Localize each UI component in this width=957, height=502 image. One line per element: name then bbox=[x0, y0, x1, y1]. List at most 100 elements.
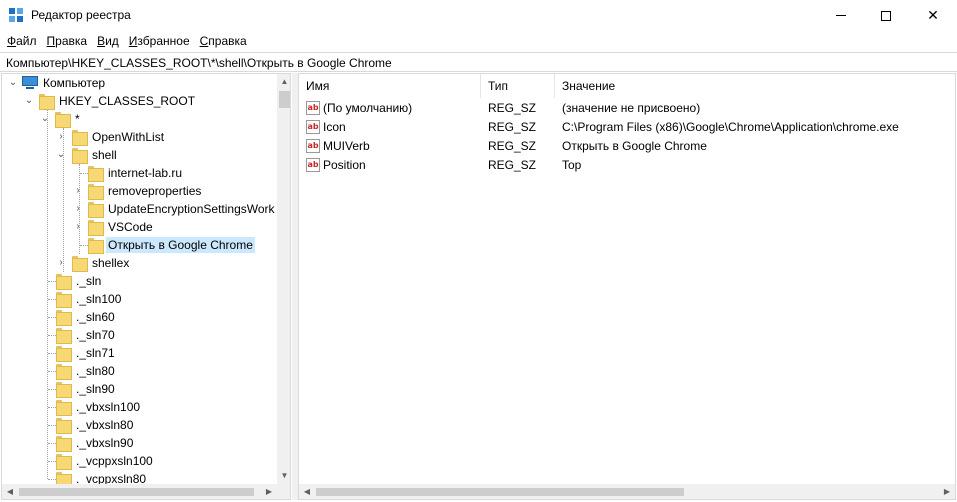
scroll-left-icon[interactable]: ◀ bbox=[299, 484, 315, 499]
chevron-right-icon[interactable]: › bbox=[73, 221, 83, 233]
chevron-right-icon[interactable]: › bbox=[56, 257, 66, 269]
value-type: REG_SZ bbox=[488, 158, 537, 172]
chevron-down-icon[interactable]: ⌄ bbox=[24, 95, 34, 107]
tree-item-open-in-chrome[interactable]: Открыть в Google Chrome bbox=[2, 236, 277, 254]
minimize-button[interactable] bbox=[818, 0, 864, 31]
menu-bar: Файл Правка Вид Избранное Справка bbox=[0, 31, 957, 51]
folder-icon bbox=[56, 274, 72, 290]
tree-item-removeproperties[interactable]: › removeproperties bbox=[2, 182, 277, 200]
folder-icon bbox=[88, 184, 104, 200]
folder-icon bbox=[56, 454, 72, 470]
value-type: REG_SZ bbox=[488, 120, 537, 134]
chevron-right-icon[interactable]: › bbox=[56, 131, 66, 143]
chevron-right-icon[interactable]: › bbox=[73, 185, 83, 197]
maximize-icon bbox=[881, 10, 891, 21]
tree-item-label: VSCode bbox=[108, 220, 153, 234]
menu-view[interactable]: Вид bbox=[93, 31, 123, 51]
tree-item-label: removeproperties bbox=[108, 184, 202, 198]
tree-item-label: ._sln70 bbox=[76, 328, 115, 342]
folder-icon bbox=[39, 94, 55, 110]
tree-vertical-scrollbar[interactable]: ▲ ▼ bbox=[277, 74, 290, 484]
tree-item-internet-lab[interactable]: internet-lab.ru bbox=[2, 164, 277, 182]
tree-item-vbxsln80[interactable]: ._vbxsln80 bbox=[2, 416, 277, 434]
chevron-right-icon[interactable]: › bbox=[73, 203, 83, 215]
scroll-thumb[interactable] bbox=[19, 488, 254, 496]
tree-item-computer[interactable]: ⌄ Компьютер bbox=[2, 74, 277, 92]
tree-item-label: ._vbxsln80 bbox=[76, 418, 134, 432]
folder-icon bbox=[56, 436, 72, 452]
registry-editor-icon bbox=[9, 8, 24, 23]
address-bar[interactable]: Компьютер\HKEY_CLASSES_ROOT\*\shell\Откр… bbox=[0, 52, 957, 72]
scroll-down-icon[interactable]: ▼ bbox=[277, 468, 290, 484]
value-row[interactable]: ab (По умолчанию) REG_SZ (значение не пр… bbox=[299, 99, 955, 118]
chevron-down-icon[interactable]: ⌄ bbox=[40, 113, 50, 125]
tree-item-sln80[interactable]: ._sln80 bbox=[2, 362, 277, 380]
folder-icon bbox=[56, 346, 72, 362]
value-name: (По умолчанию) bbox=[323, 101, 413, 115]
tree-item-updateencryption[interactable]: › UpdateEncryptionSettingsWork bbox=[2, 200, 277, 218]
folder-icon bbox=[56, 382, 72, 398]
tree-item-vbxsln100[interactable]: ._vbxsln100 bbox=[2, 398, 277, 416]
tree-item-vbxsln90[interactable]: ._vbxsln90 bbox=[2, 434, 277, 452]
computer-icon bbox=[22, 76, 38, 90]
string-value-icon: ab bbox=[306, 101, 320, 115]
folder-icon bbox=[55, 112, 71, 128]
window-title: Редактор реестра bbox=[31, 8, 131, 22]
tree-item-vscode[interactable]: › VSCode bbox=[2, 218, 277, 236]
folder-icon bbox=[56, 292, 72, 308]
tree-item-sln60[interactable]: ._sln60 bbox=[2, 308, 277, 326]
folder-icon bbox=[72, 130, 88, 146]
folder-icon bbox=[88, 202, 104, 218]
tree-item-label: HKEY_CLASSES_ROOT bbox=[59, 94, 196, 108]
tree-item-label: ._sln100 bbox=[76, 292, 122, 306]
tree-horizontal-scrollbar[interactable]: ◀ ▶ bbox=[2, 484, 277, 499]
tree-item-shellex[interactable]: › shellex bbox=[2, 254, 277, 272]
value-row[interactable]: ab MUIVerb REG_SZ Открыть в Google Chrom… bbox=[299, 137, 955, 156]
menu-favorites[interactable]: Избранное bbox=[125, 31, 194, 51]
tree-item-shell[interactable]: ⌄ shell bbox=[2, 146, 277, 164]
scroll-right-icon[interactable]: ▶ bbox=[939, 484, 955, 499]
tree-item-label: ._sln71 bbox=[76, 346, 115, 360]
string-value-icon: ab bbox=[306, 139, 320, 153]
value-data: C:\Program Files (x86)\Google\Chrome\App… bbox=[562, 120, 899, 134]
column-header-name[interactable]: Имя bbox=[299, 74, 481, 98]
title-bar: Редактор реестра ✕ bbox=[0, 0, 957, 31]
value-row[interactable]: ab Icon REG_SZ C:\Program Files (x86)\Go… bbox=[299, 118, 955, 137]
tree-item-sln70[interactable]: ._sln70 bbox=[2, 326, 277, 344]
scroll-left-icon[interactable]: ◀ bbox=[2, 484, 18, 499]
values-pane[interactable]: Имя Тип Значение ab (По умолчанию) REG_S… bbox=[298, 73, 956, 500]
tree-item-star[interactable]: ⌄ * bbox=[2, 110, 277, 128]
menu-help[interactable]: Справка bbox=[196, 31, 251, 51]
scroll-thumb[interactable] bbox=[316, 488, 684, 496]
folder-open-icon bbox=[88, 238, 104, 254]
tree-item-sln[interactable]: ._sln bbox=[2, 272, 277, 290]
column-header-type[interactable]: Тип bbox=[481, 74, 555, 98]
scroll-thumb[interactable] bbox=[279, 91, 290, 108]
tree-item-vcppxsln100[interactable]: ._vcppxsln100 bbox=[2, 452, 277, 470]
tree-item-label: internet-lab.ru bbox=[108, 166, 183, 180]
column-header-data[interactable]: Значение bbox=[555, 74, 955, 98]
values-horizontal-scrollbar[interactable]: ◀ ▶ bbox=[299, 484, 955, 499]
chevron-down-icon[interactable]: ⌄ bbox=[8, 77, 18, 89]
scroll-up-icon[interactable]: ▲ bbox=[277, 74, 290, 90]
tree-item-label: ._sln bbox=[76, 274, 102, 288]
folder-icon bbox=[56, 364, 72, 380]
tree-item-label: ._sln60 bbox=[76, 310, 115, 324]
value-data: Top bbox=[562, 158, 582, 172]
tree-item-sln100[interactable]: ._sln100 bbox=[2, 290, 277, 308]
scroll-right-icon[interactable]: ▶ bbox=[261, 484, 277, 499]
folder-icon bbox=[56, 310, 72, 326]
maximize-button[interactable] bbox=[863, 0, 909, 31]
tree-item-label: ._sln80 bbox=[76, 364, 115, 378]
close-button[interactable]: ✕ bbox=[910, 0, 956, 31]
tree-item-sln71[interactable]: ._sln71 bbox=[2, 344, 277, 362]
tree-item-sln90[interactable]: ._sln90 bbox=[2, 380, 277, 398]
menu-edit[interactable]: Правка bbox=[43, 31, 92, 51]
menu-file[interactable]: Файл bbox=[3, 31, 41, 51]
chevron-down-icon[interactable]: ⌄ bbox=[56, 149, 66, 161]
tree-item-hkcr[interactable]: ⌄ HKEY_CLASSES_ROOT bbox=[2, 92, 277, 110]
value-row[interactable]: ab Position REG_SZ Top bbox=[299, 156, 955, 175]
folder-icon bbox=[72, 148, 88, 164]
tree-pane[interactable]: ⌄ Компьютер ⌄ HKEY_CLASSES_ROOT ⌄ * › Op… bbox=[1, 73, 291, 500]
tree-item-openwithlist[interactable]: › OpenWithList bbox=[2, 128, 277, 146]
